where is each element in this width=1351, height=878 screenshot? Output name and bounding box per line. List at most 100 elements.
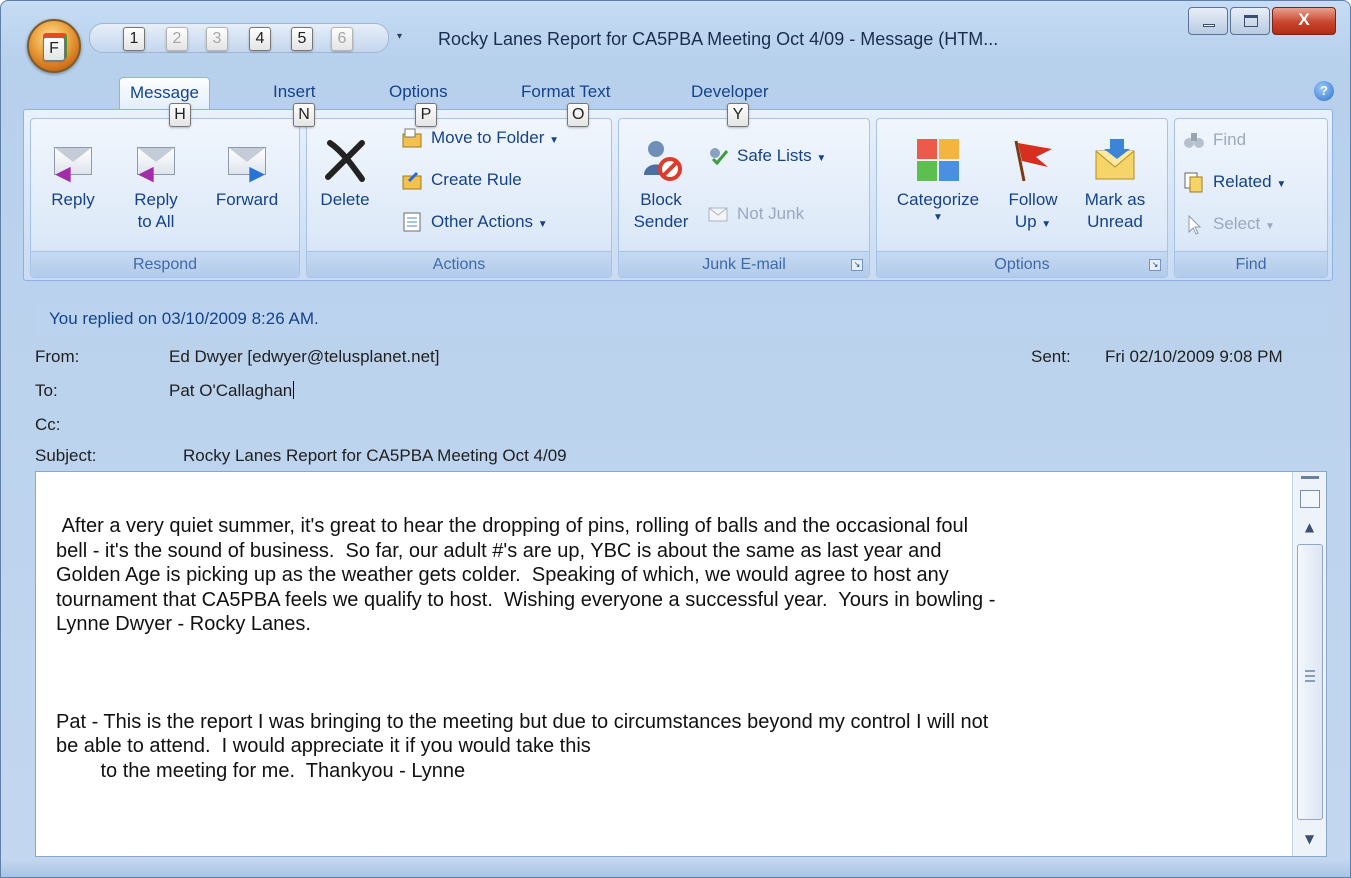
follow-up-flag-icon	[1010, 137, 1056, 183]
related-icon	[1183, 171, 1205, 193]
reply-info-bar[interactable]: You replied on 03/10/2009 8:26 AM.	[35, 302, 1327, 336]
scrollbar-thumb[interactable]	[1297, 544, 1323, 820]
follow-up-label-up: Up	[1014, 212, 1037, 231]
help-icon[interactable]: ?	[1314, 81, 1334, 101]
block-sender-label-line1: Block	[640, 190, 682, 209]
create-rule-button[interactable]: Create Rule	[397, 165, 522, 195]
group-options: Categorize ▼ Follow Up ▼ Mark as Unread …	[876, 118, 1168, 278]
block-sender-label-line2: Sender	[633, 212, 689, 231]
keytip-qat-5[interactable]: 5	[291, 27, 313, 51]
keytip-tab-developer[interactable]: Y	[727, 103, 749, 127]
dropdown-arrow-icon: ▼	[816, 153, 827, 164]
keytip-tab-options[interactable]: P	[415, 103, 437, 127]
follow-up-button[interactable]: Follow Up ▼	[997, 119, 1069, 236]
delete-button[interactable]: Delete	[313, 119, 377, 211]
keytip-qat-2[interactable]: 2	[166, 27, 188, 51]
keytip-qat-3[interactable]: 3	[206, 27, 228, 51]
find-label: Find	[1213, 130, 1247, 149]
dropdown-arrow-icon: ▼	[537, 219, 548, 230]
close-button[interactable]: X	[1272, 7, 1336, 35]
ruler-toggle-icon[interactable]	[1300, 490, 1320, 508]
split-handle[interactable]	[1301, 476, 1319, 479]
move-to-folder-icon	[401, 127, 423, 149]
group-label-respond: Respond	[31, 251, 299, 277]
follow-up-label-line2: Up ▼	[997, 211, 1069, 236]
group-label-options: Options	[877, 251, 1167, 277]
binoculars-icon	[1183, 129, 1205, 151]
group-label-find: Find	[1175, 251, 1327, 277]
other-actions-button[interactable]: Other Actions ▼	[397, 207, 548, 237]
keytip-tab-insert[interactable]: N	[293, 103, 315, 127]
body-paragraph: Pat - This is the report I was bringing …	[56, 710, 989, 782]
tab-message[interactable]: Message	[119, 77, 210, 109]
forward-button[interactable]: ► Forward	[205, 119, 289, 211]
sent-label: Sent:	[1031, 347, 1071, 366]
reply-all-label-line2: to All	[137, 212, 175, 231]
sent-value: Fri 02/10/2009 9:08 PM	[1105, 347, 1283, 366]
keytip-qat-6[interactable]: 6	[331, 27, 353, 51]
message-body[interactable]: After a very quiet summer, it's great to…	[35, 471, 1327, 857]
keytip-office-button[interactable]: F	[43, 37, 65, 61]
move-to-folder-button[interactable]: Move to Folder ▼	[397, 123, 559, 153]
group-actions: Delete Move to Folder ▼ Create Rule Othe…	[306, 118, 612, 278]
body-paragraph: After a very quiet summer, it's great to…	[56, 515, 996, 635]
mark-as-unread-icon	[1092, 137, 1138, 183]
move-to-folder-label: Move to Folder	[431, 128, 545, 147]
tab-format-text[interactable]: Format Text	[511, 77, 620, 109]
subject-value[interactable]: Rocky Lanes Report for CA5PBA Meeting Oc…	[183, 446, 567, 466]
message-body-text: After a very quiet summer, it's great to…	[56, 514, 1286, 783]
other-actions-label: Other Actions	[431, 212, 534, 231]
keytip-tab-format-text[interactable]: O	[567, 103, 590, 127]
related-button[interactable]: Related ▼	[1179, 167, 1286, 197]
maximize-button[interactable]	[1230, 7, 1270, 35]
create-rule-label: Create Rule	[431, 170, 522, 189]
group-find: Find Related ▼ Select ▼ Find	[1174, 118, 1328, 278]
categorize-icon	[915, 137, 961, 183]
text-caret	[293, 381, 295, 399]
reply-all-label-line1: Reply	[134, 190, 178, 209]
other-actions-icon	[401, 211, 423, 233]
not-junk-label: Not Junk	[737, 204, 805, 223]
keytip-qat-1[interactable]: 1	[123, 27, 145, 51]
window-controls: X	[1186, 7, 1336, 37]
categorize-button[interactable]: Categorize ▼	[883, 119, 993, 225]
categorize-label: Categorize	[896, 190, 980, 209]
junk-email-dialog-launcher-icon[interactable]: ↘	[851, 259, 863, 271]
safe-lists-icon	[707, 145, 729, 167]
dropdown-arrow-icon: ▼	[933, 212, 943, 223]
delete-icon	[322, 137, 368, 183]
options-dialog-launcher-icon[interactable]: ↘	[1149, 259, 1161, 271]
group-label-actions: Actions	[307, 251, 611, 277]
vertical-scrollbar[interactable]: ▲ ▼	[1292, 472, 1326, 856]
keytip-tab-message[interactable]: H	[169, 103, 191, 127]
qat-customize-dropdown-icon[interactable]: ▾	[397, 31, 402, 42]
mark-as-unread-label-line1: Mark as	[1084, 190, 1146, 209]
not-junk-icon	[707, 203, 729, 225]
dropdown-arrow-icon: ▼	[549, 135, 560, 146]
select-button[interactable]: Select ▼	[1179, 209, 1275, 239]
block-sender-icon	[638, 137, 684, 183]
not-junk-button[interactable]: Not Junk	[703, 199, 804, 229]
minimize-button[interactable]	[1188, 7, 1228, 35]
reply-button[interactable]: ◄ Reply	[43, 119, 103, 211]
group-label-junk-email: Junk E-mail	[619, 251, 869, 277]
scroll-up-icon[interactable]: ▲	[1293, 514, 1326, 540]
reply-all-button[interactable]: ◄ Reply to All	[121, 119, 191, 233]
title-bar: 1 2 3 4 5 6 ▾ Rocky Lanes Report for CA5…	[1, 1, 1350, 59]
window-bottom-edge	[1, 857, 1350, 877]
related-label: Related	[1213, 172, 1272, 191]
forward-icon: ►	[224, 137, 270, 186]
from-value[interactable]: Ed Dwyer [edwyer@telusplanet.net]	[169, 347, 440, 367]
block-sender-button[interactable]: Block Sender	[625, 119, 697, 233]
group-junk-email: Block Sender Safe Lists ▼ Not Junk Junk …	[618, 118, 870, 278]
message-window: 1 2 3 4 5 6 ▾ Rocky Lanes Report for CA5…	[0, 0, 1351, 878]
close-icon: X	[1298, 10, 1310, 29]
safe-lists-button[interactable]: Safe Lists ▼	[703, 141, 826, 171]
keytip-qat-4[interactable]: 4	[249, 27, 271, 51]
scroll-down-icon[interactable]: ▼	[1293, 826, 1326, 852]
to-field[interactable]: Pat O'Callaghan	[169, 381, 295, 401]
cursor-arrow-icon	[1183, 213, 1205, 235]
reply-label: Reply	[51, 190, 95, 209]
find-button[interactable]: Find	[1179, 125, 1246, 155]
mark-as-unread-button[interactable]: Mark as Unread	[1073, 119, 1157, 233]
